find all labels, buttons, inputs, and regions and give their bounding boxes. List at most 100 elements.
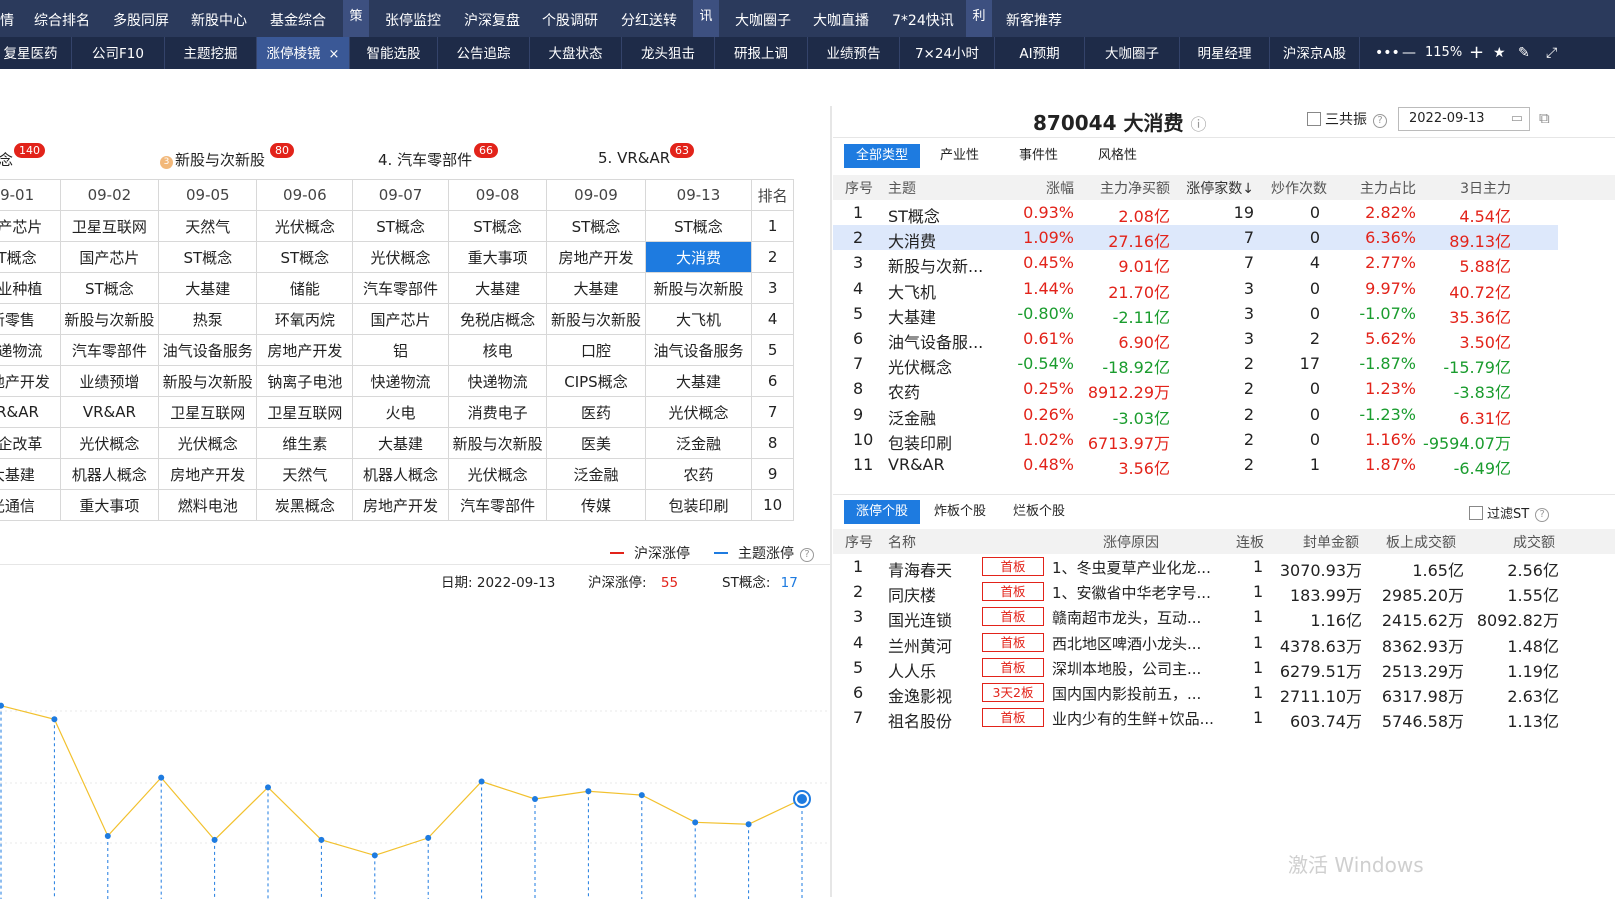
stock-row[interactable]: 4 兰州黄河 首板 西北地区啤酒小龙头... 1 4378.63万 8362.93万 1.48… <box>833 630 1563 657</box>
rank-header-item[interactable]: 3 新股与次新股 80 <box>160 143 294 170</box>
tab-item[interactable]: 大盘状态 <box>530 37 622 69</box>
top-menu-item[interactable]: 大咖圈子 <box>735 0 791 37</box>
grid-cell[interactable]: 维生素 <box>256 427 354 459</box>
stock-header-cell[interactable]: 封单金额 <box>1303 532 1359 552</box>
grid-cell[interactable]: 消费电子 <box>447 396 548 428</box>
grid-cell[interactable]: 新零售 <box>0 303 61 335</box>
data-point[interactable] <box>104 832 111 839</box>
data-point[interactable] <box>211 836 218 843</box>
theme-header-cell[interactable]: 涨停家数↓ <box>1186 178 1254 198</box>
grid-cell[interactable]: 汽车零部件 <box>59 334 160 366</box>
export-icon[interactable]: ⧉ <box>1539 109 1550 127</box>
grid-cell[interactable]: CIPS概念 <box>546 365 646 397</box>
stock-row[interactable]: 5 人人乐 首板 深圳本地股，公司主... 1 6279.51万 2513.29万 1.19亿 <box>833 655 1563 681</box>
filter-style[interactable]: 风格性 <box>1086 144 1149 168</box>
top-menu-item[interactable]: 个股调研 <box>542 0 598 37</box>
stock-name[interactable]: 同庆楼 <box>888 582 936 606</box>
grid-cell[interactable]: 医药 <box>546 396 646 428</box>
close-icon[interactable]: × <box>329 47 340 62</box>
grid-cell[interactable]: 口腔 <box>546 334 646 366</box>
grid-cell[interactable]: 环氧丙烷 <box>256 303 354 335</box>
tab-item[interactable]: 沪深京A股 <box>1270 37 1360 69</box>
grid-cell[interactable]: 火电 <box>352 396 449 428</box>
tab-item[interactable]: 明星经理 <box>1180 37 1270 69</box>
grid-cell[interactable]: ST概念 <box>352 210 449 242</box>
limit-up-chart[interactable] <box>0 599 830 899</box>
filter-st-checkbox[interactable]: 过滤ST? <box>1469 503 1550 522</box>
tab-item[interactable]: 公告追踪 <box>438 37 530 69</box>
data-point[interactable] <box>371 852 378 859</box>
grid-cell[interactable]: ST概念 <box>158 241 258 273</box>
data-point[interactable] <box>532 796 538 802</box>
top-menu-item[interactable]: 分红送转 <box>621 0 677 37</box>
grid-cell[interactable]: 汽车零部件 <box>447 489 548 521</box>
grid-cell[interactable]: 汽车零部件 <box>352 272 449 304</box>
data-point[interactable] <box>51 716 58 723</box>
grid-cell[interactable]: 重大事项 <box>447 241 548 273</box>
grid-cell[interactable]: ST概念 <box>59 272 160 304</box>
grid-cell[interactable]: 卫星互联网 <box>59 210 160 242</box>
filter-all[interactable]: 全部类型 <box>844 144 921 168</box>
expand-icon[interactable]: ⤢ <box>1546 37 1557 69</box>
tab-item[interactable]: 研报上调 <box>715 37 808 69</box>
grid-cell[interactable]: 房地产开发 <box>158 458 258 490</box>
top-menu-item[interactable]: 综合排名 <box>34 0 90 37</box>
grid-cell[interactable]: 国产芯片 <box>352 303 449 335</box>
theme-row[interactable]: 1 ST概念 0.93% 2.08亿 19 0 2.82% 4.54亿 <box>833 200 1558 226</box>
stock-name[interactable]: 兰州黄河 <box>888 633 952 657</box>
top-menu-item[interactable]: 多股同屏 <box>113 0 169 37</box>
grid-cell[interactable]: 天然气 <box>158 210 258 242</box>
grid-cell[interactable]: VR&AR <box>0 396 61 428</box>
resonance-checkbox[interactable]: 三共振? <box>1307 109 1387 129</box>
grid-cell[interactable]: 免税店概念 <box>447 303 548 335</box>
tab-item[interactable]: 复星医药 <box>0 37 72 69</box>
grid-cell[interactable]: 传媒 <box>546 489 646 521</box>
grid-cell[interactable]: 快递物流 <box>352 365 449 397</box>
stock-row[interactable]: 3 国光连锁 首板 赣南超市龙头，互动... 1 1.16亿 2415.62万 8092.82… <box>833 604 1563 630</box>
info-icon[interactable]: ⓘ <box>1190 115 1206 134</box>
grid-cell[interactable]: 储能 <box>256 272 354 304</box>
grid-cell[interactable]: 大基建 <box>0 458 61 490</box>
grid-cell[interactable]: 天然气 <box>256 458 354 490</box>
stock-header-cell[interactable]: 名称 <box>888 532 916 552</box>
tab-item[interactable]: 龙头狙击 <box>622 37 715 69</box>
theme-row[interactable]: 4 大飞机 1.44% 21.70亿 3 0 9.97% 40.72亿 <box>833 276 1558 302</box>
tab-limit-up-stocks[interactable]: 涨停个股 <box>844 500 921 524</box>
grid-cell[interactable]: 房地产开发 <box>546 241 646 273</box>
grid-cell[interactable]: 光伏概念 <box>447 458 548 490</box>
theme-row[interactable]: 5 大基建 -0.80% -2.11亿 3 0 -1.07% 35.36亿 <box>833 301 1558 327</box>
grid-cell[interactable]: 重大事项 <box>59 489 160 521</box>
tab-item[interactable]: 主题挖掘 <box>165 37 257 69</box>
stock-row[interactable]: 1 青海春天 首板 1、冬虫夏草产业化龙... 1 3070.93万 1.65亿 2.56亿 <box>833 554 1563 580</box>
grid-cell[interactable]: 房地产开发 <box>256 334 354 366</box>
limit-up-reason[interactable]: 深圳本地股，公司主... <box>1052 658 1201 679</box>
tab-item[interactable]: 智能选股 <box>350 37 438 69</box>
theme-row[interactable]: 11 VR&AR 0.48% 3.56亿 2 1 1.87% -6.49亿 <box>833 452 1558 478</box>
grid-cell[interactable]: ST概念 <box>546 210 646 242</box>
grid-cell[interactable]: 光伏概念 <box>256 210 354 242</box>
grid-cell[interactable]: 医美 <box>546 427 646 459</box>
help-icon[interactable]: ? <box>1535 508 1550 522</box>
theme-header-cell[interactable]: 涨幅 <box>1046 178 1074 198</box>
data-point[interactable] <box>585 788 592 795</box>
data-point[interactable] <box>0 702 4 709</box>
stock-row[interactable]: 7 祖名股份 首板 业内少有的生鲜+饮品... 1 603.74万 5746.58万 1.13… <box>833 705 1563 731</box>
grid-cell[interactable]: 农药 <box>644 458 753 490</box>
data-point[interactable] <box>265 784 271 791</box>
more-icon[interactable]: ••• <box>1375 37 1400 69</box>
grid-cell[interactable]: 光伏概念 <box>352 241 449 273</box>
edit-icon[interactable]: ✎ <box>1518 37 1530 69</box>
grid-cell[interactable]: 大基建 <box>546 272 646 304</box>
tab-item[interactable]: 大咖圈子 <box>1085 37 1180 69</box>
theme-row[interactable]: 9 泛金融 0.26% -3.03亿 2 0 -1.23% 6.31亿 <box>833 402 1558 428</box>
rank-header-item[interactable]: 念 140 <box>0 143 45 170</box>
stock-header-cell[interactable]: 序号 <box>845 532 873 552</box>
limit-up-reason[interactable]: 1、安徽省中华老字号... <box>1052 582 1211 603</box>
grid-cell[interactable]: 燃料电池 <box>158 489 258 521</box>
calendar-icon[interactable]: ▭ <box>1511 108 1523 130</box>
grid-cell[interactable]: 新股与次新股 <box>59 303 160 335</box>
top-menu-item[interactable]: 张停监控 <box>385 0 441 37</box>
limit-up-reason[interactable]: 西北地区啤酒小龙头... <box>1052 633 1201 654</box>
top-menu-item[interactable]: 沪深复盘 <box>464 0 520 37</box>
tab-item[interactable]: 涨停棱镜 × <box>257 37 350 69</box>
